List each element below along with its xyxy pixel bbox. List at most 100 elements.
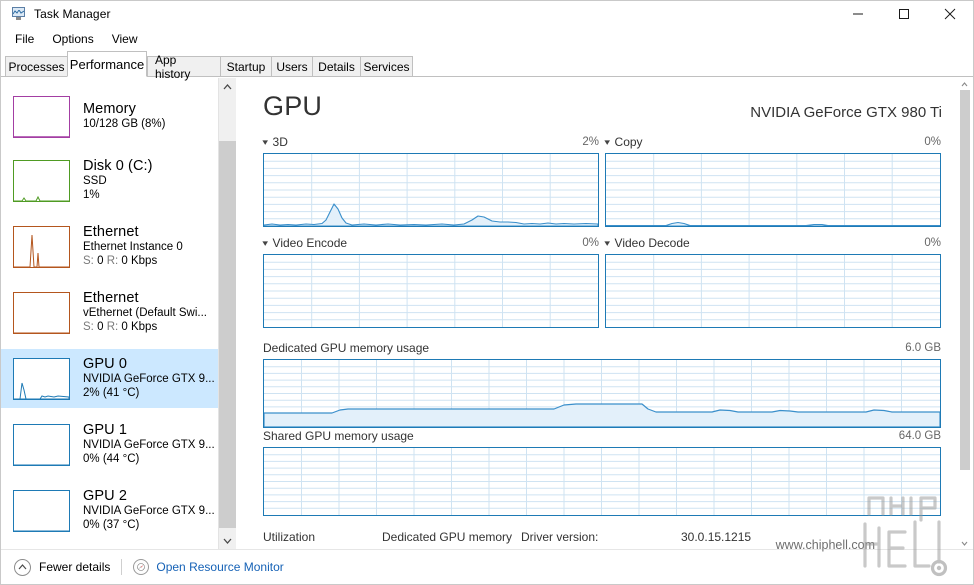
sidebar-item-detail: Ethernet Instance 0: [83, 241, 183, 254]
graph-video-encode: ▾ Video Encode 0%: [262, 235, 599, 328]
chevron-down-icon[interactable]: ▾: [262, 238, 268, 248]
graph-shared-memory-label: Shared GPU memory usage: [263, 429, 414, 443]
sidebar-scrollbar[interactable]: [219, 78, 236, 549]
graph-video-encode-value: 0%: [582, 237, 599, 249]
stat-label: Utilization: [263, 530, 316, 544]
close-button[interactable]: [927, 1, 973, 27]
sidebar-item-value: 0% (44 °C): [83, 453, 140, 466]
graph-3d-value: 2%: [582, 136, 599, 148]
ethernet-labels: Ethernet vEthernet (Default Swi... S: 0 …: [83, 290, 207, 334]
graph-shared-memory: Shared GPU memory usage 64.0 GB: [263, 428, 941, 516]
sidebar-item-detail: SSD: [83, 175, 107, 188]
main-scroll-thumb[interactable]: [960, 90, 970, 470]
sidebar-item-gpu-0[interactable]: GPU 0 NVIDIA GeForce GTX 9... 2% (41 °C): [1, 349, 218, 408]
tab-app-history[interactable]: App history: [147, 53, 221, 81]
chevron-up-circle-icon: [14, 558, 31, 576]
chevron-down-icon[interactable]: [219, 532, 236, 549]
fewer-details-button[interactable]: Fewer details: [14, 558, 111, 576]
gpu0-mini-graph: [13, 357, 70, 400]
tab-performance[interactable]: Performance: [67, 51, 147, 77]
sidebar-item-title: Ethernet: [83, 224, 139, 241]
graph-dedicated-memory-header: Dedicated GPU memory usage 6.0 GB: [263, 340, 941, 356]
graph-video-decode-value: 0%: [924, 237, 941, 249]
sidebar-item-memory[interactable]: Memory 10/128 GB (8%): [1, 87, 218, 146]
graph-video-decode-label: Video Decode: [614, 236, 690, 250]
status-divider: [121, 559, 123, 575]
sidebar-item-disk0[interactable]: Disk 0 (C:) SSD 1%: [1, 151, 218, 210]
graph-dedicated-memory: Dedicated GPU memory usage 6.0 GB: [263, 340, 941, 428]
tab-processes[interactable]: Processes: [5, 56, 68, 77]
graph-video-decode-header: ▾ Video Decode 0%: [604, 235, 941, 251]
tab-details[interactable]: Details: [312, 56, 361, 77]
tab-startup[interactable]: Startup: [220, 56, 272, 77]
main-scrollbar[interactable]: [956, 78, 973, 549]
graph-copy-label: Copy: [614, 135, 643, 149]
graph-video-encode-label: Video Encode: [272, 236, 348, 250]
graph-shared-memory-header: Shared GPU memory usage 64.0 GB: [263, 428, 941, 444]
graph-3d-header: ▾ 3D 2%: [262, 134, 599, 150]
gpu-detail-panel: GPU NVIDIA GeForce GTX 980 Ti ▾ 3D 2% ▾ …: [237, 78, 956, 549]
stat-label: Driver version:: [521, 530, 599, 544]
gpu1-mini-graph: [13, 423, 70, 466]
sidebar-item-title: Ethernet: [83, 290, 139, 307]
memory-labels: Memory 10/128 GB (8%): [83, 101, 165, 132]
sidebar-item-gpu-1[interactable]: GPU 1 NVIDIA GeForce GTX 9... 0% (44 °C): [1, 415, 218, 474]
graph-dedicated-memory-max: 6.0 GB: [905, 342, 941, 354]
graph-copy-title-group[interactable]: ▾ Copy: [604, 135, 643, 149]
chevron-up-icon[interactable]: [956, 78, 973, 90]
stat-utilization: Utilization: [263, 530, 315, 546]
graph-copy-value: 0%: [924, 136, 941, 148]
sidebar-item-title: GPU 2: [83, 488, 128, 505]
sidebar-scroll-thumb[interactable]: [219, 141, 236, 528]
resource-monitor-icon: [133, 559, 150, 575]
minimize-button[interactable]: [835, 1, 881, 27]
graph-3d-label: 3D: [272, 135, 288, 149]
chevron-down-icon[interactable]: ▾: [604, 238, 610, 248]
sidebar-item-value: 2% (41 °C): [83, 387, 140, 400]
resource-list[interactable]: Memory 10/128 GB (8%) Disk 0 (C:) SSD 1%: [1, 78, 219, 549]
tab-services[interactable]: Services: [360, 56, 413, 77]
ethernet-mini-graph: [13, 291, 70, 334]
window-controls: [835, 1, 973, 27]
graph-3d-plot: [263, 153, 599, 227]
fewer-details-label: Fewer details: [39, 560, 111, 574]
stat-driver-version: Driver version:: [521, 530, 598, 544]
ethernet-labels: Ethernet Ethernet Instance 0 S: 0 R: 0 K…: [83, 224, 183, 268]
title-bar: Task Manager: [1, 1, 973, 27]
sidebar-item-ethernet-0[interactable]: Ethernet Ethernet Instance 0 S: 0 R: 0 K…: [1, 217, 218, 276]
gpu2-mini-graph: [13, 489, 70, 532]
graph-video-decode-title-group[interactable]: ▾ Video Decode: [604, 236, 690, 250]
chevron-down-icon[interactable]: ▾: [262, 137, 268, 147]
sidebar-item-gpu-2[interactable]: GPU 2 NVIDIA GeForce GTX 9... 0% (37 °C): [1, 481, 218, 540]
sidebar-item-title: GPU 1: [83, 422, 128, 439]
sidebar-item-ethernet-1[interactable]: Ethernet vEthernet (Default Swi... S: 0 …: [1, 283, 218, 342]
chevron-up-icon[interactable]: [219, 78, 236, 95]
menu-item-options[interactable]: Options: [44, 30, 101, 48]
tab-users[interactable]: Users: [271, 56, 313, 77]
open-resource-monitor-link[interactable]: Open Resource Monitor: [156, 560, 283, 574]
stat-label: Dedicated GPU memory: [382, 530, 513, 544]
status-bar: Fewer details Open Resource Monitor: [1, 549, 973, 584]
sidebar-item-value: 1%: [83, 189, 100, 202]
sidebar-item-detail: NVIDIA GeForce GTX 9...: [83, 373, 215, 386]
sidebar-item-detail: NVIDIA GeForce GTX 9...: [83, 439, 215, 452]
menu-bar: File Options View: [1, 28, 973, 50]
graph-copy: ▾ Copy 0%: [604, 134, 941, 227]
chevron-down-icon[interactable]: ▾: [604, 137, 610, 147]
disk-mini-graph: [13, 159, 70, 202]
menu-item-file[interactable]: File: [7, 30, 42, 48]
graph-video-encode-title-group[interactable]: ▾ Video Encode: [262, 236, 348, 250]
menu-item-view[interactable]: View: [104, 30, 146, 48]
chevron-down-icon[interactable]: [956, 537, 973, 549]
gpu-model-name: NVIDIA GeForce GTX 980 Ti: [750, 104, 942, 121]
task-manager-icon: [10, 6, 26, 22]
sidebar-item-title: Disk 0 (C:): [83, 158, 153, 175]
task-manager-window: Task Manager File Options View Processes…: [0, 0, 974, 585]
graph-3d-title-group[interactable]: ▾ 3D: [262, 135, 288, 149]
maximize-button[interactable]: [881, 1, 927, 27]
stat-driver-version-value: 30.0.15.1215: [681, 530, 751, 544]
graph-shared-memory-plot: [263, 447, 941, 516]
graph-copy-plot: [605, 153, 941, 227]
gpu1-labels: GPU 1 NVIDIA GeForce GTX 9... 0% (44 °C): [83, 422, 215, 466]
sidebar-item-throughput: S: 0 R: 0 Kbps: [83, 255, 158, 268]
